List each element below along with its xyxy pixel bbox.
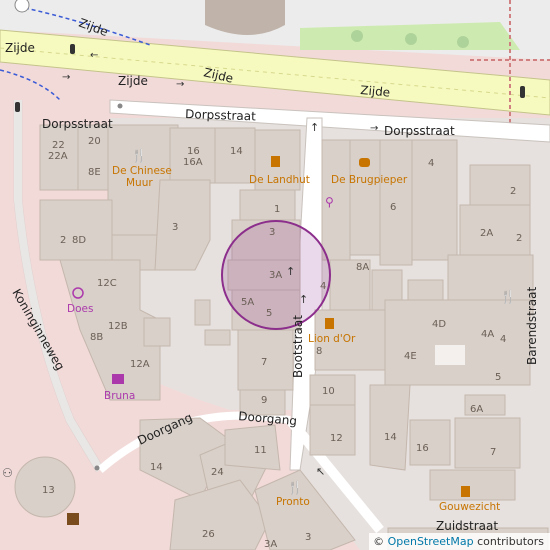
tree-icon [457,36,469,48]
shop-icon[interactable]: ⚲ [325,195,334,209]
oneway-arrow-icon: ↑ [299,293,308,306]
house-number: 3 [269,227,275,238]
house-number: 3 [172,222,178,233]
tree-icon [405,33,417,45]
house-number: 4D [432,319,446,330]
house-number: 4 [320,281,326,292]
street-label-zijde: Zijde [360,83,391,100]
house-number: 12A [130,359,150,370]
house-number: 9 [261,395,267,406]
house-number: 3A [269,270,282,281]
oneway-arrow-icon: ↑ [286,265,295,278]
house-number: 8B [90,332,103,343]
house-number: 5A [241,297,254,308]
poi-label: Lion d'Or [308,333,356,345]
house-number: 3A [264,539,277,550]
house-number: 22 [52,140,65,151]
street-label-zijde: Zijde [5,41,35,55]
poi-label-line1: De Chinese [112,165,172,177]
fast-food-icon [359,158,370,167]
attribution-suffix: contributors [477,535,544,548]
traffic-light-icon [70,44,75,54]
poi-label: Bruna [104,390,135,402]
house-number: 8E [88,167,101,178]
oneway-arrow-icon: → [176,79,184,90]
house-number: 12C [97,278,117,289]
poi-label: De Landhut [249,174,310,186]
courtyard [435,345,465,365]
house-number: 3 [305,532,311,543]
house-number: 11 [254,445,267,456]
street-label-bootstraat: Bootstraat [291,315,305,378]
street-label-barendstraat: Barendstraat [525,287,539,365]
house-number: 14 [230,146,243,157]
house-number: 7 [261,357,267,368]
street-label-zuidstraat: Zuidstraat [436,519,498,533]
house-number: 13 [42,485,55,496]
node-dot [94,465,100,471]
oneway-arrow-icon: ↖ [316,465,325,478]
copyright-symbol: © [373,535,385,548]
map-canvas[interactable]: Zijde Zijde Zijde Zijde Zijde Dorpsstraa… [0,0,550,550]
house-number: 1 [274,204,280,215]
house-number: 6A [470,404,483,415]
tree-icon [351,30,363,42]
house-number: 14 [384,432,397,443]
cafe-icon [461,486,470,497]
tower-icon: ⚇ [2,466,13,480]
oneway-arrow-icon: ← [90,50,98,61]
openstreetmap-link[interactable]: OpenStreetMap [388,535,474,548]
house-number: 4 [428,158,434,169]
house-number: 20 [88,136,101,147]
poi-label: De Brugpieper [331,174,408,186]
oneway-arrow-icon: ↑ [310,121,319,134]
restaurant-icon: 🍴 [131,148,147,164]
house-number: 4 [500,334,506,345]
poi-label: Gouwezicht [439,501,500,513]
house-number: 22A [48,151,68,162]
house-number: 12 [330,433,343,444]
house-number: 5 [495,372,501,383]
house-number: 8 [316,346,322,357]
house-number: 16A [183,157,203,168]
oneway-arrow-icon: → [62,72,70,83]
roundabout [14,0,30,13]
restaurant-icon[interactable]: 🍴 [500,289,516,305]
map-attribution: © OpenStreetMap contributors [369,533,550,550]
house-number: 2 [510,186,516,197]
house-number: 6 [390,202,396,213]
street-label-zijde: Zijde [118,74,148,88]
house-number: 4E [404,351,417,362]
house-number: 16 [187,146,200,157]
cafe-icon [271,156,280,167]
restaurant-icon: 🍴 [287,480,303,496]
traffic-light-icon [15,102,20,112]
poi-label: Pronto [276,496,310,508]
house-number: 7 [490,447,496,458]
house-number: 2 [516,233,522,244]
house-number: 26 [202,529,215,540]
street-label-dorpsstraat: Dorpsstraat [42,117,113,131]
street-label-dorpsstraat: Dorpsstraat [185,107,256,123]
oneway-arrow-icon: → [370,123,378,134]
house-number: 8D [72,235,86,246]
house-number: 8A [356,262,369,273]
house-number: 10 [322,386,335,397]
house-number: 24 [211,467,224,478]
house-number: 2A [480,228,493,239]
node-dot [117,103,123,109]
shop-icon[interactable] [67,513,79,525]
traffic-light-icon [520,86,525,98]
house-number: 4A [481,329,494,340]
cafe-icon [325,318,334,329]
street-label-dorpsstraat: Dorpsstraat [384,124,455,138]
poi-label-line2: Muur [126,177,153,189]
house-number: 16 [416,443,429,454]
house-number: 5 [266,308,272,319]
house-number: 14 [150,462,163,473]
book-icon [112,374,124,384]
house-number: 2 [60,235,66,246]
poi-label: Does [67,303,93,315]
house-number: 12B [108,321,128,332]
